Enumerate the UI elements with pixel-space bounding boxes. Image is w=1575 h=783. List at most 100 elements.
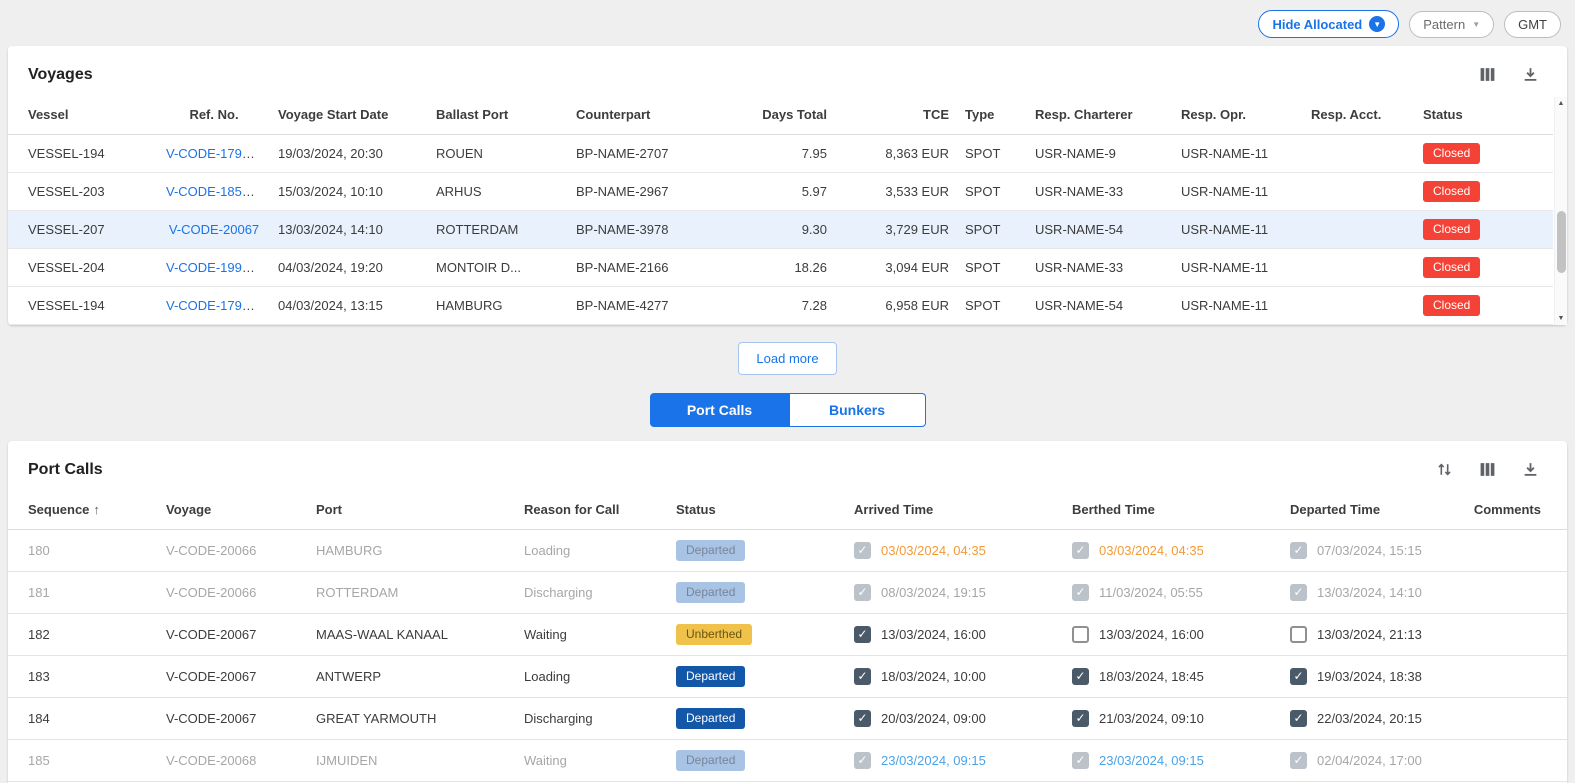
download-icon[interactable] xyxy=(1520,64,1541,85)
voyage-cell: V-CODE-20066 xyxy=(158,572,308,614)
berthed-time-cell: ✓ 11/03/2024, 05:55 xyxy=(1064,572,1282,614)
portcalls-column-header-voyage[interactable]: Voyage xyxy=(158,492,308,530)
ref-no-link[interactable]: V-CODE-185009 xyxy=(166,184,264,199)
status-cell: Closed xyxy=(1415,211,1553,249)
scroll-down-icon[interactable]: ▼ xyxy=(1558,312,1565,325)
checkbox-checked-icon[interactable]: ✓ xyxy=(854,626,871,643)
voyages-column-header-voyage-start-date[interactable]: Voyage Start Date xyxy=(270,97,428,135)
portcalls-column-header-departed-time[interactable]: Departed Time xyxy=(1282,492,1450,530)
resp-charterer-cell: USR-NAME-9 xyxy=(1027,135,1173,173)
checkbox-unchecked-icon[interactable] xyxy=(1072,626,1089,643)
voyages-column-header-tce[interactable]: TCE xyxy=(835,97,957,135)
ref-no-cell: V-CODE-179019 xyxy=(158,287,270,325)
counterpart-cell: BP-NAME-2166 xyxy=(568,249,723,287)
voyages-column-header-ballast-port[interactable]: Ballast Port xyxy=(428,97,568,135)
checkbox-checked-icon[interactable]: ✓ xyxy=(1290,542,1307,559)
checkbox-checked-icon[interactable]: ✓ xyxy=(1072,584,1089,601)
port-call-row[interactable]: 182V-CODE-20067MAAS-WAAL KANAALWaitingUn… xyxy=(8,614,1567,656)
voyages-card: Voyages VesselRef. No.Voyage Start DateB… xyxy=(8,46,1567,325)
port-call-row[interactable]: 183V-CODE-20067ANTWERPLoadingDeparted✓18… xyxy=(8,656,1567,698)
column-header-label: Sequence xyxy=(28,502,89,517)
resp-charterer-cell: USR-NAME-33 xyxy=(1027,249,1173,287)
voyage-row[interactable]: VESSEL-207V-CODE-2006713/03/2024, 14:10R… xyxy=(8,211,1553,249)
status-cell: Departed xyxy=(668,698,846,740)
columns-icon[interactable] xyxy=(1477,64,1498,85)
voyages-column-header-counterpart[interactable]: Counterpart xyxy=(568,97,723,135)
voyage-start-date-cell: 04/03/2024, 19:20 xyxy=(270,249,428,287)
checkbox-checked-icon[interactable]: ✓ xyxy=(854,668,871,685)
checkbox-checked-icon[interactable]: ✓ xyxy=(1072,542,1089,559)
status-badge: Closed xyxy=(1423,257,1480,278)
voyages-column-header-resp-charterer[interactable]: Resp. Charterer xyxy=(1027,97,1173,135)
checkbox-checked-icon[interactable]: ✓ xyxy=(1290,710,1307,727)
hide-allocated-button[interactable]: Hide Allocated ▼ xyxy=(1258,10,1399,38)
checkbox-unchecked-icon[interactable] xyxy=(1290,626,1307,643)
sequence-cell: 180 xyxy=(8,530,158,572)
type-cell: SPOT xyxy=(957,211,1027,249)
voyages-column-header-vessel[interactable]: Vessel xyxy=(8,97,158,135)
time-value: 11/03/2024, 05:55 xyxy=(1099,585,1203,600)
port-call-row[interactable]: 184V-CODE-20067GREAT YARMOUTHDischarging… xyxy=(8,698,1567,740)
voyage-row[interactable]: VESSEL-204V-CODE-19904804/03/2024, 19:20… xyxy=(8,249,1553,287)
type-cell: SPOT xyxy=(957,287,1027,325)
port-call-row[interactable]: 181V-CODE-20066ROTTERDAMDischargingDepar… xyxy=(8,572,1567,614)
departed-time-cell: ✓ 19/03/2024, 18:38 xyxy=(1282,656,1450,698)
checkbox-checked-icon[interactable]: ✓ xyxy=(854,710,871,727)
resp-acct-cell xyxy=(1303,173,1415,211)
voyages-scrollbar[interactable]: ▲ ▼ xyxy=(1554,97,1567,325)
portcalls-column-header-reason-for-call[interactable]: Reason for Call xyxy=(516,492,668,530)
ref-no-link[interactable]: V-CODE-179019 xyxy=(166,298,264,313)
time-value: 18/03/2024, 10:00 xyxy=(881,669,986,684)
checkbox-checked-icon[interactable]: ✓ xyxy=(1290,752,1307,769)
checkbox-checked-icon[interactable]: ✓ xyxy=(1290,668,1307,685)
pattern-button[interactable]: Pattern ▼ xyxy=(1409,11,1494,38)
scrollbar-thumb[interactable] xyxy=(1557,211,1566,273)
port-call-row[interactable]: 180V-CODE-20066HAMBURGLoadingDeparted✓03… xyxy=(8,530,1567,572)
ballast-port-cell: ROTTERDAM xyxy=(428,211,568,249)
port-cell: ANTWERP xyxy=(308,656,516,698)
portcalls-column-header-status[interactable]: Status xyxy=(668,492,846,530)
voyages-column-header-status[interactable]: Status xyxy=(1415,97,1553,135)
checkbox-checked-icon[interactable]: ✓ xyxy=(854,752,871,769)
gmt-button[interactable]: GMT xyxy=(1504,11,1561,38)
checkbox-checked-icon[interactable]: ✓ xyxy=(1072,752,1089,769)
checkbox-checked-icon[interactable]: ✓ xyxy=(854,542,871,559)
voyages-column-header-resp-acct[interactable]: Resp. Acct. xyxy=(1303,97,1415,135)
checkbox-checked-icon[interactable]: ✓ xyxy=(854,584,871,601)
ref-no-link[interactable]: V-CODE-20067 xyxy=(169,222,259,237)
port-call-row[interactable]: 185V-CODE-20068IJMUIDENWaitingDeparted✓2… xyxy=(8,740,1567,782)
ref-no-link[interactable]: V-CODE-199048 xyxy=(166,260,264,275)
checkbox-checked-icon[interactable]: ✓ xyxy=(1072,710,1089,727)
resp-charterer-cell: USR-NAME-54 xyxy=(1027,287,1173,325)
scroll-up-icon[interactable]: ▲ xyxy=(1558,97,1565,110)
download-icon[interactable] xyxy=(1520,459,1541,480)
portcalls-column-header-port[interactable]: Port xyxy=(308,492,516,530)
voyages-column-header-ref-no[interactable]: Ref. No. xyxy=(158,97,270,135)
portcalls-column-header-comments[interactable]: Comments xyxy=(1450,492,1567,530)
voyage-row[interactable]: VESSEL-203V-CODE-18500915/03/2024, 10:10… xyxy=(8,173,1553,211)
load-more-button[interactable]: Load more xyxy=(738,342,836,375)
checkbox-checked-icon[interactable]: ✓ xyxy=(1290,584,1307,601)
voyage-row[interactable]: VESSEL-194V-CODE-17901904/03/2024, 13:15… xyxy=(8,287,1553,325)
portcalls-column-header-berthed-time[interactable]: Berthed Time xyxy=(1064,492,1282,530)
voyage-row[interactable]: VESSEL-194V-CODE-17902119/03/2024, 20:30… xyxy=(8,135,1553,173)
voyages-column-header-resp-opr[interactable]: Resp. Opr. xyxy=(1173,97,1303,135)
tab-bunkers[interactable]: Bunkers xyxy=(790,393,926,427)
portcalls-column-header-sequence[interactable]: Sequence↑ xyxy=(8,492,158,530)
voyage-cell: V-CODE-20067 xyxy=(158,698,308,740)
checkbox-checked-icon[interactable]: ✓ xyxy=(1072,668,1089,685)
sort-icon[interactable] xyxy=(1434,459,1455,480)
tab-port-calls[interactable]: Port Calls xyxy=(650,393,790,427)
tce-cell: 3,094 EUR xyxy=(835,249,957,287)
time-value: 19/03/2024, 18:38 xyxy=(1317,669,1422,684)
arrived-time-cell: ✓ 18/03/2024, 10:00 xyxy=(846,656,1064,698)
voyages-column-header-type[interactable]: Type xyxy=(957,97,1027,135)
portcalls-column-header-arrived-time[interactable]: Arrived Time xyxy=(846,492,1064,530)
time-value: 23/03/2024, 09:15 xyxy=(1099,753,1204,768)
port-calls-card: Port Calls Sequence↑VoyagePortReason for… xyxy=(8,441,1567,783)
voyages-column-header-days-total[interactable]: Days Total xyxy=(723,97,835,135)
columns-icon[interactable] xyxy=(1477,459,1498,480)
ref-no-link[interactable]: V-CODE-179021 xyxy=(166,146,264,161)
reason-for-call-cell: Discharging xyxy=(516,572,668,614)
departed-time-cell: ✓07/03/2024, 15:15 xyxy=(1282,530,1450,572)
